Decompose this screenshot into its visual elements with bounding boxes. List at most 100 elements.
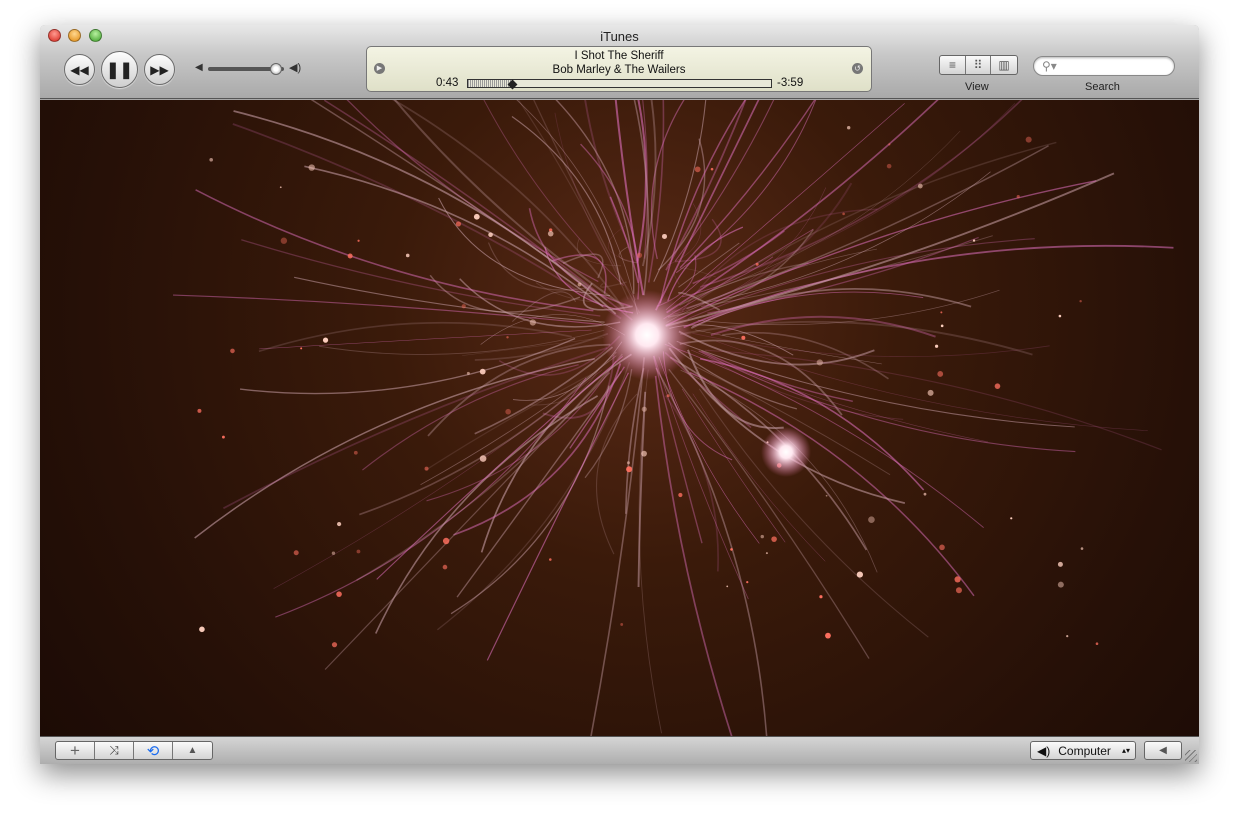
volume-high-icon: ◀)	[289, 62, 302, 74]
loop-display-icon[interactable]: ↺	[852, 63, 863, 74]
cover-flow-button[interactable]: ▥	[991, 56, 1017, 74]
output-label: Computer	[1058, 743, 1111, 758]
triangle-left-icon: ◀	[1159, 745, 1167, 756]
updown-icon: ▴▾	[1121, 746, 1130, 755]
particle-streak	[716, 340, 1148, 431]
visualizer-graphic	[173, 25, 1174, 764]
list-view-button[interactable]: ≡	[940, 56, 966, 74]
particle-streak	[587, 357, 645, 750]
particle-dot	[405, 253, 410, 258]
particle-dot	[760, 534, 764, 539]
elapsed-time: 0:43	[436, 77, 459, 89]
playhead[interactable]	[507, 79, 518, 90]
grid-view-button[interactable]: ⠿	[966, 56, 991, 74]
particle-dot	[620, 623, 624, 626]
particle-streak	[233, 110, 617, 315]
particle-streak	[576, 25, 638, 262]
add-playlist-button[interactable]: +	[56, 742, 95, 759]
particle-streak	[710, 315, 936, 338]
particle-streak	[362, 364, 579, 471]
particle-streak	[195, 189, 594, 312]
volume-knob[interactable]	[270, 63, 283, 75]
bottom-buttons: + ⤨ ⟲ ▲	[55, 741, 213, 760]
particle-streak	[680, 320, 1033, 356]
particle-dot	[331, 551, 336, 555]
particle-dot	[661, 233, 667, 239]
shuffle-button[interactable]: ⤨	[95, 742, 134, 759]
window-title: iTunes	[600, 29, 639, 44]
particle-dot	[666, 394, 670, 398]
glow-orb	[602, 290, 692, 380]
particle-dot	[710, 167, 714, 171]
particle-streak	[690, 349, 988, 443]
show-artwork-button[interactable]: ▲	[173, 742, 212, 759]
particle-dot	[322, 337, 329, 343]
previous-button[interactable]: ◀◀	[64, 54, 95, 85]
particle-streak	[658, 356, 760, 544]
particle-dot	[466, 371, 470, 375]
particle-dot	[331, 642, 338, 648]
particle-dot	[636, 252, 643, 258]
particle-streak	[701, 103, 1016, 287]
minimize-button[interactable]	[68, 29, 81, 42]
particle-dot	[300, 347, 303, 350]
particle-dot	[442, 537, 450, 545]
particle-dot	[209, 157, 213, 162]
particle-dot	[529, 319, 536, 326]
particle-dot	[1058, 314, 1062, 318]
particle-dot	[1010, 517, 1013, 520]
particle-streak	[375, 395, 599, 634]
particle-streak	[259, 329, 592, 350]
particle-dot	[473, 213, 480, 220]
view-selector: ≡ ⠿ ▥	[939, 55, 1018, 75]
pause-icon: ❚❚	[106, 61, 133, 79]
particle-dot	[1079, 299, 1082, 303]
particle-dot	[939, 544, 945, 551]
particle-dot	[955, 587, 962, 594]
output-selector[interactable]: ◀) Computer ▴▾	[1030, 741, 1136, 760]
resize-handle[interactable]	[1185, 750, 1197, 762]
particle-dot	[577, 282, 582, 287]
particle-dot	[1057, 561, 1063, 567]
particle-dot	[940, 311, 943, 314]
particle-dot	[506, 336, 509, 339]
particle-streak	[652, 355, 703, 544]
particle-dot	[626, 461, 630, 465]
particle-dot	[954, 576, 961, 583]
particle-dot	[626, 466, 633, 473]
particle-streak	[657, 138, 706, 271]
search-field[interactable]: ⚲▾	[1033, 56, 1175, 76]
visualizer	[40, 25, 1199, 764]
remaining-time: -3:59	[777, 77, 804, 89]
particle-dot	[726, 585, 729, 588]
particle-dot	[1016, 194, 1020, 199]
particle-streak	[464, 25, 629, 300]
particle-dot	[694, 166, 701, 173]
particle-streak	[615, 25, 647, 263]
progress-bar[interactable]	[467, 79, 772, 90]
particle-streak	[698, 350, 1076, 453]
particle-dot	[755, 262, 759, 266]
particle-dot	[353, 450, 358, 455]
particle-dot	[678, 492, 683, 498]
now-playing-display: ▶ I Shot The Sheriff Bob Marley & The Wa…	[366, 46, 872, 92]
particle-dot	[337, 521, 342, 527]
bottom-bar: + ⤨ ⟲ ▲ ◀) Computer ▴▾ ◀	[40, 736, 1199, 764]
particle-dot	[230, 348, 235, 354]
zoom-button[interactable]	[89, 29, 102, 42]
particle-dot	[1095, 642, 1099, 645]
particle-dot	[917, 183, 923, 189]
pause-button[interactable]: ❚❚	[101, 51, 138, 88]
particle-streak	[679, 25, 862, 269]
hide-browser-button[interactable]: ◀	[1144, 741, 1182, 760]
particle-dot	[771, 536, 777, 542]
particle-dot	[730, 548, 733, 551]
next-button[interactable]: ▶▶	[144, 54, 175, 85]
particle-dot	[765, 552, 768, 555]
rewind-icon: ◀◀	[70, 62, 89, 77]
repeat-button[interactable]: ⟲	[134, 742, 173, 759]
particle-dot	[293, 550, 299, 556]
close-button[interactable]	[48, 29, 61, 42]
particle-streak	[232, 123, 622, 320]
particle-streak	[666, 78, 960, 314]
